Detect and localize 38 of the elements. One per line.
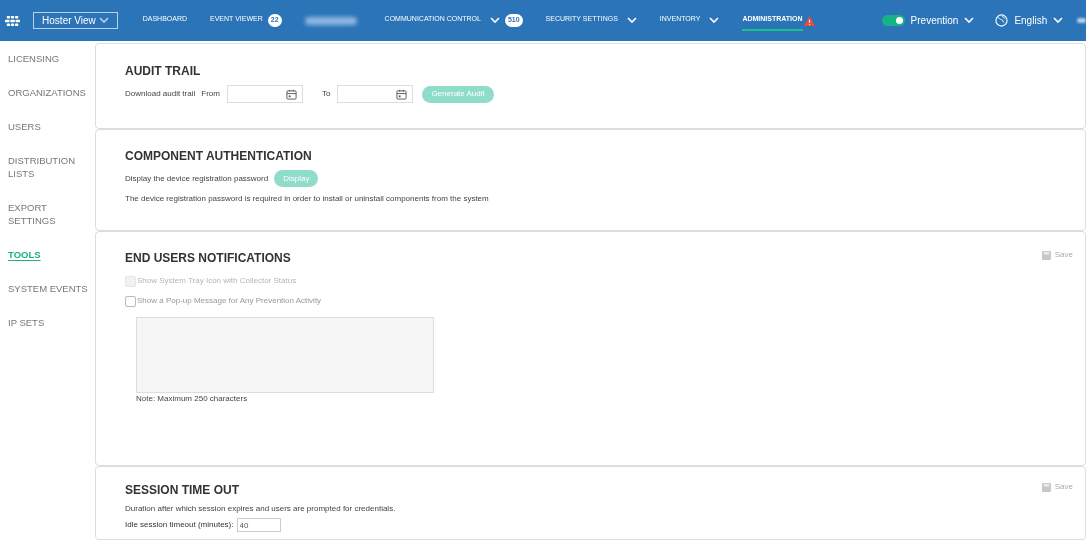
from-date-field[interactable] <box>226 85 303 103</box>
sidebar-item[interactable]: ORGANIZATIONS <box>8 86 86 99</box>
calendar-icon[interactable] <box>285 88 297 100</box>
to-date-field[interactable] <box>337 85 414 103</box>
mode-dropdown[interactable]: Prevention <box>910 13 975 28</box>
calendar-icon[interactable] <box>396 88 408 100</box>
mode-switch[interactable] <box>881 15 905 26</box>
info-text: The device registration password is required in order to install or uninstall components from the system <box>125 193 490 205</box>
message-text-area[interactable] <box>136 317 434 393</box>
checkbox-label: Show a Pop-up Message for Any Prevention Activity <box>137 295 322 307</box>
chevron-down-icon <box>98 17 109 24</box>
sidebar-item[interactable]: DISTRIBUTION LISTS <box>8 154 92 180</box>
field-label: Idle session timeout (minutes): <box>125 519 234 531</box>
chevron-down-icon <box>1053 17 1064 24</box>
sidebar-item[interactable]: SYSTEM EVENTS <box>8 282 88 295</box>
note-text: Note: Maximum 250 characters <box>136 393 249 405</box>
field-label: From <box>201 88 220 100</box>
sidebar-item[interactable]: LICENSING <box>8 52 60 65</box>
sidebar-item[interactable]: TOOLS <box>8 248 41 261</box>
view-select[interactable]: Hoster View <box>33 12 118 29</box>
description-text: Duration after which session expires and users are prompted for credentials. <box>125 503 397 515</box>
checkbox[interactable] <box>125 295 136 307</box>
section-title: COMPONENT AUTHENTICATION <box>125 148 313 165</box>
save-button[interactable]: Save <box>1041 249 1073 261</box>
language-dropdown[interactable]: English <box>995 13 1064 28</box>
section-title: END USERS NOTIFICATIONS <box>125 250 291 267</box>
section-title: AUDIT TRAIL <box>125 63 202 80</box>
field-label: To <box>321 88 331 100</box>
timeout-input[interactable]: 40 <box>236 518 281 532</box>
sidebar-item[interactable]: USERS <box>8 120 41 133</box>
sidebar-item[interactable]: EXPORT SETTINGS <box>8 201 92 227</box>
sidebar-item[interactable]: IP SETS <box>8 316 45 329</box>
chevron-down-icon <box>964 17 975 24</box>
section-title: SESSION TIME OUT <box>125 482 239 499</box>
field-label: Download audit trail <box>125 88 196 100</box>
checkbox-label: Show System Tray Icon with Collector Status <box>137 275 297 287</box>
save-button[interactable]: Save <box>1041 481 1073 493</box>
field-label: Display the device registration password <box>125 172 269 185</box>
